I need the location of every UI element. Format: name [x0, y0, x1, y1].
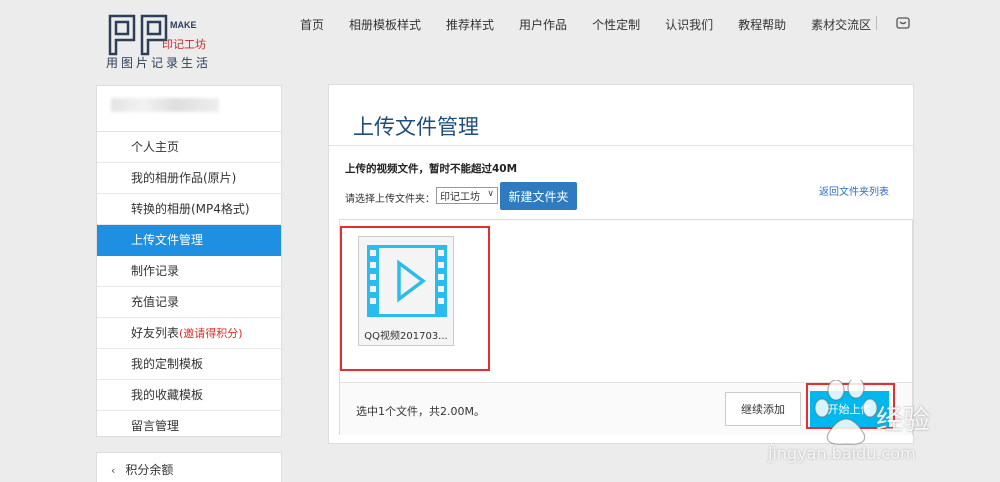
highlight-file-card: [340, 226, 490, 371]
sidebar-item-home[interactable]: 个人主页: [97, 132, 281, 163]
sidebar-item-my-albums[interactable]: 我的相册作品(原片): [97, 163, 281, 194]
sidebar-item-converted-albums[interactable]: 转换的相册(MP4格式): [97, 194, 281, 225]
continue-add-button[interactable]: 继续添加: [725, 392, 801, 426]
title-divider: [329, 145, 913, 146]
back-to-folders-link[interactable]: 返回文件夹列表: [819, 183, 889, 198]
points-panel[interactable]: ‹ 积分余额: [96, 452, 282, 482]
new-folder-button[interactable]: 新建文件夹: [500, 182, 577, 210]
main-nav: 首页 相册模板样式 推荐样式 用户作品 个性定制 认识我们 教程帮助 素材交流区: [300, 16, 896, 33]
upload-limit-note: 上传的视频文件，暂时不能超过40M: [345, 163, 518, 175]
invite-note: (邀请得积分): [179, 327, 243, 340]
nav-user-works[interactable]: 用户作品: [519, 16, 567, 33]
nav-about[interactable]: 认识我们: [665, 16, 713, 33]
nav-album-templates[interactable]: 相册模板样式: [349, 16, 421, 33]
nav-home[interactable]: 首页: [300, 16, 324, 33]
folder-select-value: 印记工坊: [440, 192, 480, 203]
sidebar-item-messages[interactable]: 留言管理: [97, 411, 281, 442]
sidebar-item-records[interactable]: 制作记录: [97, 256, 281, 287]
sidebar-item-favorite-templates[interactable]: 我的收藏模板: [97, 380, 281, 411]
blurred-username: [111, 98, 219, 112]
nav-help[interactable]: 教程帮助: [738, 16, 786, 33]
chevron-down-icon: ∨: [487, 189, 494, 199]
points-balance-label: 积分余额: [125, 463, 174, 477]
nav-custom[interactable]: 个性定制: [592, 16, 640, 33]
nav-divider: [876, 16, 877, 30]
sidebar-item-upload-management[interactable]: 上传文件管理: [97, 225, 281, 256]
chevron-left-icon: ‹: [111, 464, 116, 477]
selection-info: 选中1个文件，共2.00M。: [356, 405, 485, 418]
watermark-text: 经验: [876, 405, 930, 436]
sidebar-item-recharge[interactable]: 充值记录: [97, 287, 281, 318]
tagline: 用图片记录生活: [106, 56, 212, 70]
nav-recommended[interactable]: 推荐样式: [446, 16, 494, 33]
nav-materials[interactable]: 素材交流区: [811, 16, 871, 33]
logo-brand-text: 印记工坊: [162, 37, 206, 51]
watermark-url: jingyan.baidu.com: [768, 444, 916, 463]
sidebar: 个人主页 我的相册作品(原片) 转换的相册(MP4格式) 上传文件管理 制作记录…: [96, 85, 282, 437]
page-title: 上传文件管理: [353, 115, 479, 139]
sidebar-item-friends[interactable]: 好友列表(邀请得积分): [97, 318, 281, 349]
sidebar-item-custom-templates[interactable]: 我的定制模板: [97, 349, 281, 380]
folder-select-label: 请选择上传文件夹：: [345, 194, 435, 205]
message-icon[interactable]: [896, 16, 910, 30]
logo-make-text: MAKE: [170, 20, 197, 30]
sidebar-user: [97, 86, 281, 132]
folder-select[interactable]: 印记工坊 ∨: [436, 187, 498, 204]
friends-label: 好友列表: [131, 326, 180, 340]
